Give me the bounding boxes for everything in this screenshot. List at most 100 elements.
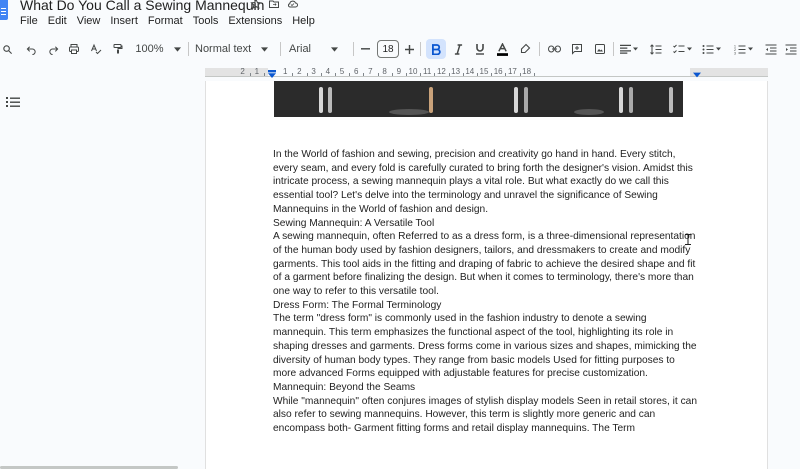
body-paragraph: A sewing mannequin, often Referred to as… xyxy=(273,231,696,298)
mannequin-image[interactable] xyxy=(274,81,683,117)
ruler-label: 5 xyxy=(339,67,345,76)
ruler-tick xyxy=(391,73,393,76)
ruler-tick xyxy=(533,73,535,76)
ruler-label: 12 xyxy=(436,67,446,76)
zoom-select[interactable]: 100% xyxy=(133,37,183,61)
paragraph-style-value: Normal text xyxy=(195,43,252,55)
font-family-select[interactable]: Arial xyxy=(289,37,349,61)
document-outline-icon[interactable] xyxy=(6,96,20,108)
checklist-button[interactable] xyxy=(671,37,693,61)
ruler-tick xyxy=(476,73,478,76)
line-spacing-icon xyxy=(650,43,662,55)
ruler-label: 2 xyxy=(297,67,302,76)
section-heading: Dress Form: The Formal Terminology xyxy=(273,299,442,311)
ruler-label: 2 xyxy=(240,67,245,76)
ruler-label: 18 xyxy=(522,67,532,76)
ruler-tick xyxy=(448,73,450,76)
bold-button[interactable] xyxy=(426,39,446,59)
increase-font-size-button[interactable] xyxy=(403,37,415,61)
line-spacing-button[interactable] xyxy=(648,37,664,61)
ruler-label: 17 xyxy=(507,67,517,76)
ruler-label: 1 xyxy=(282,67,288,76)
ruler-label: 3 xyxy=(311,67,316,76)
ruler-label: 6 xyxy=(353,67,359,76)
undo-icon[interactable] xyxy=(23,37,39,61)
insert-image-button[interactable] xyxy=(592,37,608,61)
ruler-tick xyxy=(349,73,351,76)
increase-indent-icon[interactable] xyxy=(784,37,798,61)
document-body[interactable]: In the World of fashion and sewing, prec… xyxy=(273,148,698,436)
ruler-label: 8 xyxy=(382,67,387,76)
font-size-input[interactable]: 18 xyxy=(376,37,400,61)
intro-paragraph: In the World of fashion and sewing, prec… xyxy=(273,149,693,215)
menu-view[interactable]: View xyxy=(72,14,106,30)
ruler-tick xyxy=(491,73,493,76)
star-icon[interactable] xyxy=(250,0,262,10)
ruler-tick xyxy=(377,73,379,76)
menu-help[interactable]: Help xyxy=(287,14,320,30)
ruler-tick xyxy=(519,73,521,76)
ruler-label: 7 xyxy=(368,67,373,76)
menu-tools[interactable]: Tools xyxy=(188,14,224,30)
image-icon xyxy=(595,44,605,54)
text-cursor-icon xyxy=(685,234,691,245)
decrease-indent-button[interactable] xyxy=(764,37,778,61)
decrease-font-size-button[interactable] xyxy=(359,37,371,61)
paint-format-icon[interactable] xyxy=(110,37,126,61)
insert-comment-button[interactable] xyxy=(569,37,585,61)
text-color-button[interactable] xyxy=(494,37,510,61)
insert-link-button[interactable] xyxy=(546,37,562,61)
bold-icon xyxy=(431,43,441,55)
font-family-value: Arial xyxy=(289,43,312,55)
numbered-list-button[interactable]: 123 xyxy=(732,37,754,61)
ruler-tick xyxy=(334,73,336,76)
highlight-color-button[interactable] xyxy=(517,37,533,61)
document-title[interactable]: What Do You Call a Sewing Mannequin xyxy=(20,0,264,13)
spellcheck-icon[interactable] xyxy=(88,37,104,61)
text-color-icon xyxy=(496,42,508,56)
menu-file[interactable]: File xyxy=(20,14,43,30)
underline-button[interactable] xyxy=(472,37,488,61)
ruler-label: 11 xyxy=(423,67,432,76)
menu-insert[interactable]: Insert xyxy=(105,14,143,30)
caret-down-icon xyxy=(261,46,269,52)
ruler-tick xyxy=(434,73,436,76)
menu-bar: File Edit View Insert Format Tools Exten… xyxy=(20,14,320,30)
italic-button[interactable] xyxy=(450,37,466,61)
caret-down-icon xyxy=(633,47,638,51)
body-paragraph: While "mannequin" often conjures images … xyxy=(273,395,697,435)
caret-down-icon xyxy=(747,47,753,51)
align-button[interactable] xyxy=(618,37,640,61)
menu-extensions[interactable]: Extensions xyxy=(223,14,287,30)
ruler-label: 1 xyxy=(254,67,260,76)
svg-text:3: 3 xyxy=(734,51,736,55)
caret-down-icon xyxy=(173,46,181,52)
add-comment-icon xyxy=(572,44,582,55)
ruler-label: 15 xyxy=(479,67,489,76)
ruler-tick xyxy=(263,73,265,76)
decrease-indent-icon xyxy=(765,44,777,54)
ruler-tick xyxy=(462,73,464,76)
caret-down-icon xyxy=(686,47,692,51)
caret-down-icon xyxy=(715,47,721,51)
menu-format[interactable]: Format xyxy=(143,14,188,30)
section-heading: Sewing Mannequin: A Versatile Tool xyxy=(273,217,435,229)
ruler-label: 14 xyxy=(465,67,475,76)
zoom-value: 100% xyxy=(135,43,164,55)
ruler-tick xyxy=(320,73,322,76)
ruler-tick xyxy=(292,73,294,76)
search-menus-icon[interactable] xyxy=(0,37,14,61)
move-to-folder-icon[interactable] xyxy=(268,0,280,10)
menu-edit[interactable]: Edit xyxy=(43,14,72,30)
indent-marker-icon[interactable] xyxy=(268,70,276,78)
print-icon[interactable] xyxy=(66,37,82,61)
cloud-saved-icon[interactable] xyxy=(286,0,299,10)
right-indent-marker-icon[interactable] xyxy=(693,72,701,78)
body-paragraph: The term "dress form" is commonly used i… xyxy=(273,313,697,380)
redo-icon[interactable] xyxy=(45,37,61,61)
paragraph-style-select[interactable]: Normal text xyxy=(195,37,273,61)
checklist-icon xyxy=(672,44,684,53)
bulleted-list-button[interactable] xyxy=(700,37,722,61)
docs-logo-icon[interactable] xyxy=(0,0,8,20)
ruler-label: 13 xyxy=(451,67,461,76)
